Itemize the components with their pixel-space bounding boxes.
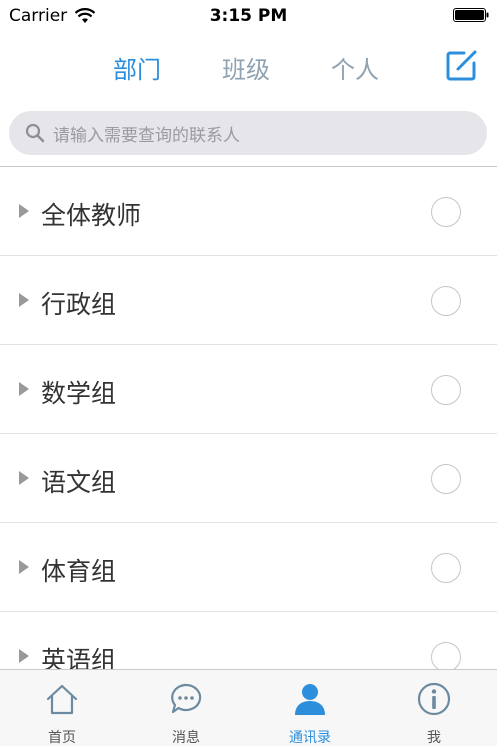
search-icon [25,123,45,143]
list-item[interactable]: 英语组 [0,612,497,669]
tab-class[interactable]: 班级 [222,50,270,85]
group-label: 体育组 [41,557,117,586]
list-item[interactable]: 语文组 [0,434,497,523]
info-icon [417,682,451,716]
battery-icon [453,8,489,22]
group-label: 全体教师 [41,201,142,230]
select-radio[interactable] [431,375,461,405]
select-radio[interactable] [431,642,461,669]
list-item[interactable]: 数学组 [0,345,497,434]
header: 部门 班级 个人 [0,32,497,102]
search-bar[interactable]: 请输入需要查询的联系人 [9,111,487,155]
list-item[interactable]: 全体教师 [0,167,497,256]
search-placeholder: 请输入需要查询的联系人 [53,125,240,146]
tab-contacts[interactable]: 通讯录 [248,670,372,747]
list-item[interactable]: 体育组 [0,523,497,612]
select-radio[interactable] [431,464,461,494]
expand-arrow-icon[interactable] [19,560,29,574]
home-icon [46,684,78,715]
select-radio[interactable] [431,553,461,583]
tab-individual[interactable]: 个人 [331,50,379,85]
expand-arrow-icon[interactable] [19,649,29,663]
tab-label: 通讯录 [289,730,331,746]
group-label: 英语组 [41,646,117,669]
group-label: 语文组 [41,468,117,497]
clock: 3:15 PM [209,6,288,26]
person-icon [295,684,325,715]
status-bar: Carrier 3:15 PM [0,0,497,32]
tab-me[interactable]: 我 [372,670,496,747]
expand-arrow-icon[interactable] [19,382,29,396]
group-label: 数学组 [41,379,117,408]
tab-messages[interactable]: 消息 [124,670,248,747]
tab-home[interactable]: 首页 [0,670,124,747]
expand-arrow-icon[interactable] [19,471,29,485]
list-item[interactable]: 行政组 [0,256,497,345]
tab-bar: 首页 消息 通讯录 我 [0,669,497,746]
chat-bubble-icon [171,683,202,714]
group-list: 全体教师 行政组 数学组 语文组 体育组 英语组 [0,167,497,669]
tab-department[interactable]: 部门 [113,50,161,85]
compose-icon[interactable] [444,49,478,83]
select-radio[interactable] [431,197,461,227]
expand-arrow-icon[interactable] [19,293,29,307]
expand-arrow-icon[interactable] [19,204,29,218]
tab-label: 消息 [172,730,200,746]
tab-label: 我 [427,730,441,746]
group-label: 行政组 [41,290,117,319]
select-radio[interactable] [431,286,461,316]
tab-label: 首页 [48,730,76,746]
